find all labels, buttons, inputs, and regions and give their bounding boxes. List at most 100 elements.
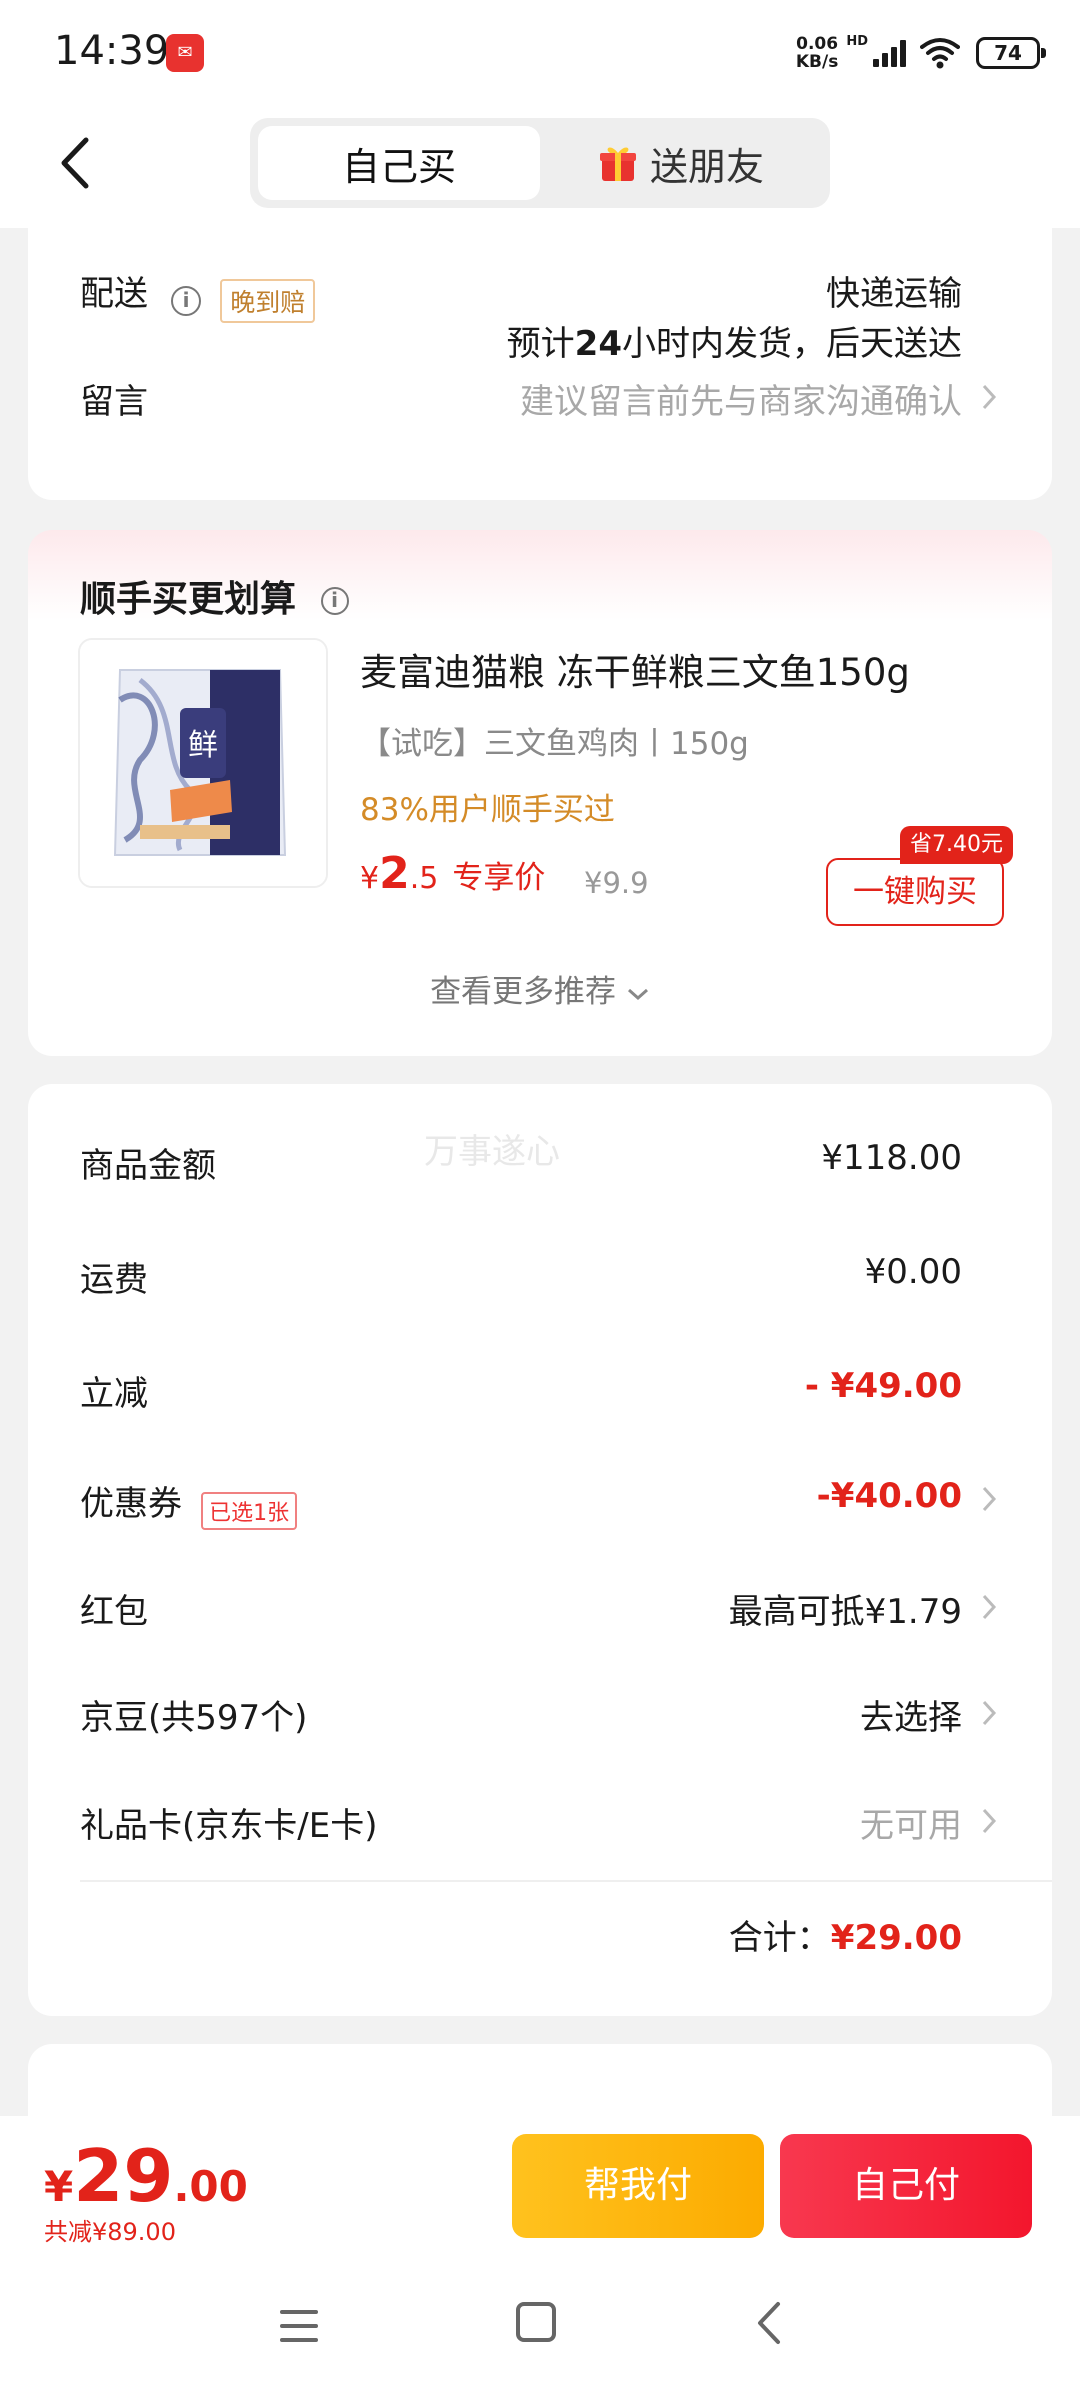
instant-discount-row: 立减 - ¥49.00 [80,1366,962,1416]
chevron-right-icon [982,1808,997,1834]
exclusive-price-label: 专享价 [452,860,546,896]
freight-label: 运费 [80,1260,148,1300]
recommend-title-text: 顺手买更划算 [80,579,297,620]
total-decimal: .00 [173,2162,248,2211]
bag-label: 鲜 [188,728,218,763]
hd-icon: HD [846,33,868,49]
help-me-pay-button[interactable]: 帮我付 [512,2134,764,2238]
chevron-down-icon [627,988,648,1000]
product-price: ¥2.5 专享价 [360,848,545,899]
goods-amount-label: 商品金额 [80,1146,216,1186]
jingdou-row[interactable]: 京豆(共597个) 去选择 [80,1690,997,1740]
coupon-selected-badge: 已选1张 [201,1491,298,1530]
delivery-row[interactable]: 配送 i 晚到赔 快递运输 预计24小时内发货，后天送达 [80,266,962,364]
back-icon[interactable] [50,128,110,198]
wifi-icon [920,38,960,69]
total-integer: 29 [73,2134,174,2218]
system-nav-bar [0,2256,1080,2400]
coupon-label: 优惠券 [80,1484,182,1524]
price-decimal: .5 [409,861,439,896]
purchase-mode-switch: 自己买 送朋友 [250,118,830,208]
app-notification-icon: ✉ [166,34,204,72]
home-icon[interactable] [516,2302,556,2342]
divider [80,1880,1052,1882]
network-speed-value: 0.06 [796,34,839,54]
one-click-buy-button[interactable]: 一键购买 [826,858,1004,926]
message-label: 留言 [80,382,148,422]
total-value: ¥29.00 [830,1918,962,1958]
product-name[interactable]: 麦富迪猫粮 冻干鲜粮三文鱼150g [360,642,910,696]
pay-myself-button[interactable]: 自己付 [780,2134,1032,2238]
chevron-right-icon [982,1700,997,1726]
red-packet-value: 最高可抵¥1.79 [728,1592,962,1632]
more-recommendations-link[interactable]: 查看更多推荐 [28,966,1052,1011]
chevron-right-icon [982,1594,997,1620]
tab-send-friend[interactable]: 送朋友 [540,126,822,200]
coupon-value: -¥40.00 [816,1476,962,1516]
next-card [28,2044,1052,2116]
gift-card-row[interactable]: 礼品卡(京东卡/E卡) 无可用 [80,1798,997,1848]
message-placeholder: 建议留言前先与商家沟通确认 [520,382,962,422]
jingdou-value: 去选择 [860,1698,962,1738]
total-currency: ¥ [44,2162,74,2211]
price-currency: ¥ [360,861,380,896]
status-time: 14:39 [54,28,170,74]
checkout-total: ¥29.00 [44,2134,248,2218]
delivery-card: 配送 i 晚到赔 快递运输 预计24小时内发货，后天送达 留言 建议留言前先与商… [28,228,1052,500]
coupon-row[interactable]: 优惠券 已选1张 -¥40.00 [80,1476,997,1530]
menu-icon[interactable] [278,2306,320,2346]
nav-back-icon[interactable] [752,2298,786,2348]
freight-row: 运费 ¥0.00 [80,1252,962,1302]
network-speed: 0.06 KB/s [796,35,838,71]
red-packet-label: 红包 [80,1592,148,1632]
goods-amount-value: ¥118.00 [821,1138,962,1178]
late-compensation-badge: 晚到赔 [220,278,316,323]
chevron-right-icon [982,384,997,410]
battery-icon: 74 [976,37,1046,69]
recommend-title: 顺手买更划算 i [80,570,349,622]
more-recommendations-label: 查看更多推荐 [430,974,617,1010]
tab-self-buy[interactable]: 自己买 [258,126,540,200]
price-integer: 2 [379,848,410,899]
total-row: 合计：¥29.00 [80,1910,962,1960]
delivery-eta-suffix: 小时内发货，后天送达 [622,324,962,364]
price-summary-card: 万事遂心 商品金额 ¥118.00 运费 ¥0.00 立减 - ¥49.00 优… [28,1084,1052,2016]
message-row[interactable]: 留言 建议留言前先与商家沟通确认 [80,374,997,424]
signal-icon [870,39,906,67]
order-content: 配送 i 晚到赔 快递运输 预计24小时内发货，后天送达 留言 建议留言前先与商… [0,228,1080,2116]
tab-self-buy-label: 自己买 [341,144,456,189]
gift-icon [599,147,636,181]
info-icon[interactable]: i [320,587,349,615]
jingdou-label: 京豆(共597个) [80,1698,308,1738]
instant-discount-label: 立减 [80,1374,148,1414]
gift-card-value: 无可用 [860,1806,962,1846]
header: 自己买 送朋友 [0,104,1080,228]
recommend-card: 顺手买更划算 i 鲜 麦富迪猫粮 冻干鲜粮三文鱼150g 【试吃】三文鱼鸡肉丨1… [28,530,1052,1056]
save-badge: 省7.40元 [900,826,1013,864]
total: 合计：¥29.00 [729,1910,962,1959]
status-bar: 14:39 ✉ 0.06 KB/s HD 74 [0,0,1080,104]
info-icon[interactable]: i [171,285,202,316]
red-packet-row[interactable]: 红包 最高可抵¥1.79 [80,1584,997,1634]
tab-send-friend-label: 送朋友 [649,144,764,189]
freight-value: ¥0.00 [864,1252,962,1292]
cat-food-bag-image: 鲜 [80,640,326,886]
network-speed-unit: KB/s [795,52,839,72]
chevron-right-icon [982,1486,997,1512]
status-icons: 0.06 KB/s HD 74 [796,28,1046,78]
gift-card-label: 礼品卡(京东卡/E卡) [80,1806,378,1846]
total-saved: 共减¥89.00 [44,2218,176,2246]
product-image[interactable]: 鲜 [78,638,328,888]
delivery-eta-hours: 24 [574,324,622,364]
original-price: ¥9.9 [584,866,649,900]
delivery-label: 配送 [80,274,148,314]
instant-discount-value: - ¥49.00 [804,1366,962,1406]
delivery-eta: 预计24小时内发货，后天送达 [507,316,962,365]
checkout-bar: ¥29.00 共减¥89.00 帮我付 自己付 [0,2116,1080,2256]
product-social-proof: 83%用户顺手买过 [360,792,615,828]
total-label: 合计： [728,1918,831,1958]
delivery-eta-prefix: 预计 [506,324,575,364]
goods-amount-row: 商品金额 ¥118.00 [80,1138,962,1188]
delivery-method: 快递运输 [826,274,962,314]
product-spec[interactable]: 【试吃】三文鱼鸡肉丨150g [360,718,749,763]
